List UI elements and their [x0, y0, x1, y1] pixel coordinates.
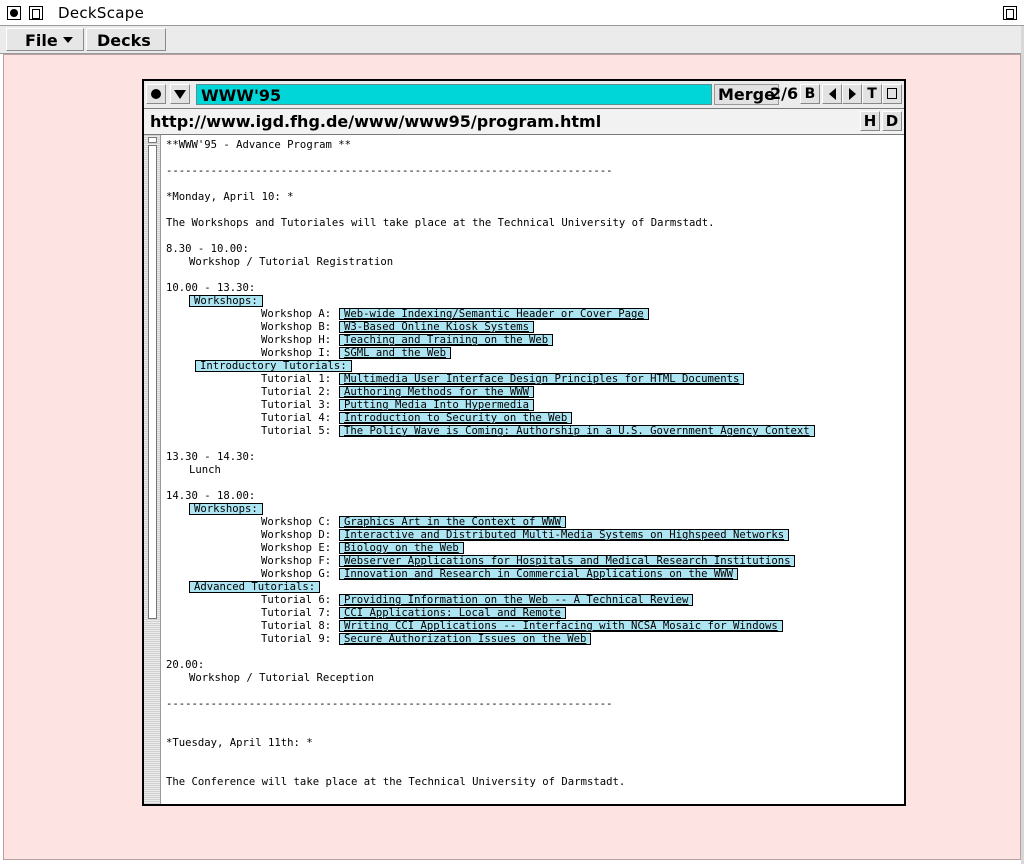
session-link[interactable]: Introduction to Security on the Web: [339, 412, 573, 424]
back-arrow-icon: [828, 88, 836, 100]
session-label: Workshop A:: [261, 308, 332, 320]
session-link[interactable]: Webserver Applications for Hospitals and…: [339, 555, 796, 567]
time-slot: 14.30 - 18.00:: [166, 490, 256, 502]
deck-window: WWW'95 Merge 2/6 B T http://www.igd.fhg.…: [142, 79, 906, 806]
session-label: Tutorial 5:: [261, 425, 332, 437]
workshops-link[interactable]: Workshops:: [189, 503, 263, 515]
scrollbar-thumb[interactable]: [148, 145, 157, 619]
time-slot: 13.30 - 14.30:: [166, 451, 256, 463]
session-link[interactable]: The Policy Wave is Coming: Authorship in…: [339, 425, 815, 437]
deck-title[interactable]: WWW'95: [196, 84, 712, 105]
session-link[interactable]: Secure Authorization Issues on the Web: [339, 633, 592, 645]
vertical-scrollbar[interactable]: [144, 135, 161, 804]
deck-close-button[interactable]: [146, 84, 166, 104]
back-button[interactable]: [822, 84, 842, 104]
session-label: Tutorial 6:: [261, 594, 332, 606]
session-link[interactable]: Putting Media Into Hypermedia: [339, 399, 534, 411]
session-label: Tutorial 8:: [261, 620, 332, 632]
time-slot: 8.30 - 10.00:: [166, 243, 249, 255]
record-icon: [151, 89, 161, 99]
url-bar: http://www.igd.fhg.de/www/www95/program.…: [144, 109, 904, 135]
session-link[interactable]: Providing Information on the Web -- A Te…: [339, 594, 694, 606]
session-label: Tutorial 3:: [261, 399, 332, 411]
horizontal-rule: ----------------------------------------…: [166, 698, 613, 710]
introductory-tutorials-link[interactable]: Introductory Tutorials:: [195, 360, 352, 372]
title-button[interactable]: T: [862, 84, 882, 104]
forward-button[interactable]: [842, 84, 862, 104]
session-link[interactable]: Authoring Methods for the WWW: [339, 386, 534, 398]
advanced-tutorials-link[interactable]: Advanced Tutorials:: [189, 581, 321, 593]
decks-menu-label: Decks: [97, 31, 151, 50]
detach-button[interactable]: [882, 84, 902, 104]
session-link[interactable]: Graphics Art in the Context of WWW: [339, 516, 566, 528]
file-menu[interactable]: File: [6, 28, 84, 51]
menubar: File Decks: [0, 26, 1024, 62]
document-view: **WWW'95 - Advance Program ** ----------…: [164, 135, 900, 804]
session-label: Workshop B:: [261, 321, 332, 333]
app-title: DeckScape: [58, 4, 145, 22]
session-link[interactable]: Multimedia User Interface Design Princip…: [339, 373, 745, 385]
session-label: Workshop C:: [261, 516, 332, 528]
session-label: Workshop F:: [261, 555, 332, 567]
session-link[interactable]: Interactive and Distributed Multi-Media …: [339, 529, 790, 541]
session-label: Tutorial 4:: [261, 412, 332, 424]
deck-toolbar: WWW'95 Merge 2/6 B T: [144, 81, 904, 109]
session-label: Workshop H:: [261, 334, 332, 346]
app-title-bar: DeckScape: [0, 0, 1024, 26]
url-field[interactable]: http://www.igd.fhg.de/www/www95/program.…: [150, 112, 601, 131]
doc-heading: **WWW'95 - Advance Program **: [166, 139, 351, 151]
time-slot: 10.00 - 13.30:: [166, 282, 256, 294]
session-link[interactable]: Teaching and Training on the Web: [339, 334, 554, 346]
session-link[interactable]: Innovation and Research in Commercial Ap…: [339, 568, 739, 580]
paragraph: The Workshops and Tutoriales will take p…: [166, 217, 715, 229]
workshops-link[interactable]: Workshops:: [189, 295, 263, 307]
home-button[interactable]: H: [860, 111, 880, 131]
session-label: Tutorial 1:: [261, 373, 332, 385]
session-label: Workshop D:: [261, 529, 332, 541]
session-label: Workshop G:: [261, 568, 332, 580]
scrollbar-cap: [148, 137, 157, 143]
detach-icon: [887, 88, 897, 99]
time-slot-desc: Workshop / Tutorial Reception: [189, 672, 374, 684]
forward-arrow-icon: [848, 88, 856, 100]
horizontal-rule: ----------------------------------------…: [166, 165, 613, 177]
session-label: Workshop I:: [261, 347, 332, 359]
document-button[interactable]: D: [882, 111, 902, 131]
session-link[interactable]: CCI Applications: Local and Remote: [339, 607, 566, 619]
time-slot-desc: Workshop / Tutorial Registration: [189, 256, 394, 268]
decks-menu[interactable]: Decks: [86, 28, 166, 62]
close-icon[interactable]: [7, 6, 21, 20]
deck-menu-button[interactable]: [170, 84, 190, 104]
maximize-icon[interactable]: [1003, 6, 1017, 20]
session-label: Tutorial 7:: [261, 607, 332, 619]
time-slot-desc: Lunch: [189, 464, 221, 476]
session-link[interactable]: SGML and the Web: [339, 347, 452, 359]
bookmark-button[interactable]: B: [800, 84, 820, 104]
session-link[interactable]: W3-Based Online Kiosk Systems: [339, 321, 534, 333]
day-heading: *Tuesday, April 11th: *: [166, 737, 313, 749]
session-link[interactable]: Writing CCI Applications -- Interfacing …: [339, 620, 783, 632]
session-label: Tutorial 2:: [261, 386, 332, 398]
session-label: Workshop E:: [261, 542, 332, 554]
page-counter: 2/6: [770, 84, 799, 103]
file-menu-label: File: [25, 31, 58, 50]
window-menu-icon[interactable]: [29, 6, 43, 20]
session-label: Tutorial 9:: [261, 633, 332, 645]
session-link[interactable]: Biology on the Web: [339, 542, 464, 554]
dropdown-arrow-icon: [62, 37, 73, 43]
day-heading: *Monday, April 10: *: [166, 191, 294, 203]
time-slot: 20.00:: [166, 659, 205, 671]
paragraph: The Conference will take place at the Te…: [166, 776, 626, 788]
session-link[interactable]: Web-wide Indexing/Semantic Header or Cov…: [339, 308, 649, 320]
dropdown-arrow-icon: [174, 90, 186, 99]
